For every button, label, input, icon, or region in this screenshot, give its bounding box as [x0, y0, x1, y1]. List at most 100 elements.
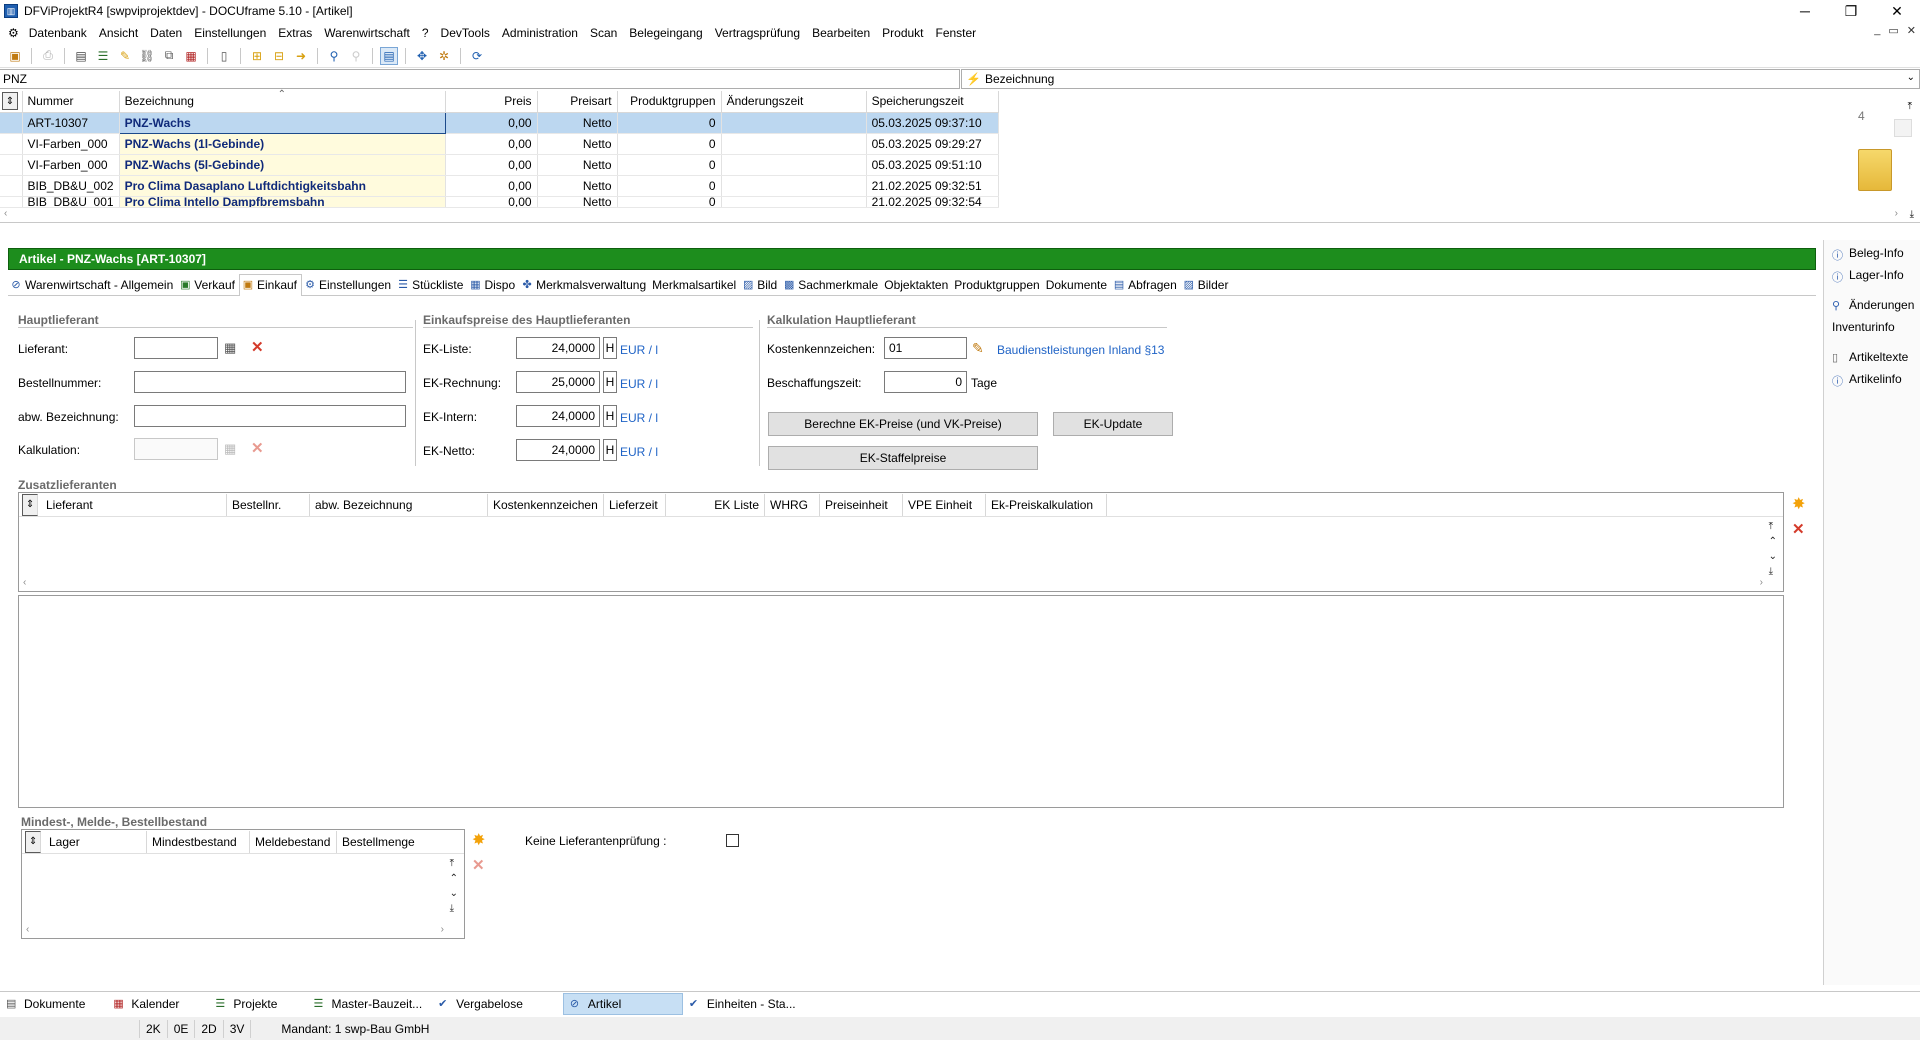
col-lieferant[interactable]: Lieferant	[41, 493, 227, 516]
ek-rechnung-unit[interactable]: EUR / l	[620, 377, 658, 391]
scroll-top-icon[interactable]: ⤒	[1908, 101, 1912, 112]
table-row[interactable]: BIB_DB&U_002 Pro Clima Dasaplano Luftdic…	[0, 175, 999, 197]
search-disabled-icon[interactable]: ⚲	[347, 47, 365, 65]
tab-bilder[interactable]: ▨ Bilder	[1181, 274, 1233, 296]
pencil-icon[interactable]: ✎	[972, 340, 984, 357]
phone-icon[interactable]: ▯	[215, 47, 233, 65]
col-speicherungszeit[interactable]: Speicherungszeit	[866, 91, 999, 113]
scroll-down-icon[interactable]: ⌄	[450, 888, 458, 899]
menu-belegeingang[interactable]: Belegeingang	[623, 26, 708, 40]
ek-staffelpreise-button[interactable]: EK-Staffelpreise	[768, 446, 1038, 470]
col-lager[interactable]: Lager	[44, 830, 147, 853]
folder-open-icon[interactable]: ⊟	[270, 47, 288, 65]
note-icon[interactable]: ✎	[116, 47, 134, 65]
settings-icon[interactable]: ✲	[435, 47, 453, 65]
horizontal-scrollbar[interactable]: ‹ ›	[26, 924, 444, 936]
ek-intern-unit[interactable]: EUR / l	[620, 411, 658, 425]
card-icon[interactable]: ▤	[72, 47, 90, 65]
col-vpe-einheit[interactable]: VPE Einheit	[903, 493, 986, 516]
col-produktgruppen[interactable]: Produktgruppen	[617, 91, 722, 113]
list-icon[interactable]: ☰	[94, 47, 112, 65]
menu-bearbeiten[interactable]: Bearbeiten	[806, 26, 876, 40]
grid-hscrollbar[interactable]: ‹ ›	[4, 208, 1904, 220]
scroll-bottom-icon[interactable]: ⤓	[1769, 566, 1777, 577]
lieferant-clear-icon[interactable]: ✕	[251, 338, 264, 356]
sort-arrows-icon[interactable]: ⇕	[25, 830, 41, 853]
scroll-left-icon[interactable]: ‹	[4, 208, 7, 220]
col-meldebestand[interactable]: Meldebestand	[250, 830, 337, 853]
bestellnummer-field[interactable]	[134, 371, 406, 393]
abw-bezeichnung-field[interactable]	[134, 405, 406, 427]
ek-liste-h-button[interactable]: H	[603, 337, 617, 359]
col-whrg[interactable]: WHRG	[765, 493, 820, 516]
table-row[interactable]: BIB_DB&U_001 Pro Clima Intello Dampfbrem…	[0, 196, 999, 208]
ek-netto-h-button[interactable]: H	[603, 439, 617, 461]
folder-add-icon[interactable]: ⊞	[248, 47, 266, 65]
scroll-left-icon[interactable]: ‹	[26, 924, 29, 936]
search-field-select[interactable]: ⚡ Bezeichnung ⌄	[961, 69, 1920, 89]
col-bestellmenge[interactable]: Bestellmenge	[337, 831, 430, 853]
col-abw-bezeichnung[interactable]: abw. Bezeichnung	[310, 493, 488, 516]
scroll-down-icon[interactable]: ⌄	[1769, 551, 1777, 562]
side-aenderungen[interactable]: ⚲ Änderungen	[1824, 294, 1920, 316]
table-row[interactable]: VI-Farben_000 PNZ-Wachs (1l-Gebinde) 0,0…	[0, 133, 999, 155]
tab-warenwirtschaft-allgemein[interactable]: ⊘ Warenwirtschaft - Allgemein	[8, 274, 177, 296]
col-nummer[interactable]: Nummer	[22, 91, 120, 113]
tab-einstellungen[interactable]: ⚙ Einstellungen	[302, 274, 395, 296]
menu-produkt[interactable]: Produkt	[876, 26, 929, 40]
tab-stueckliste[interactable]: ☰ Stückliste	[395, 274, 467, 296]
add-star-icon[interactable]: ✸	[1792, 494, 1805, 514]
restore-button[interactable]: ❐	[1828, 0, 1874, 22]
ek-intern-field[interactable]: 24,0000	[516, 405, 600, 427]
menu-fenster[interactable]: Fenster	[930, 26, 983, 40]
col-ek-preiskalkulation[interactable]: Ek-Preiskalkulation	[986, 493, 1107, 516]
tab-sachmerkmale[interactable]: ▩ Sachmerkmale	[781, 274, 882, 296]
scroll-top-icon[interactable]: ⤒	[450, 858, 458, 869]
task-artikel[interactable]: ⊘ Artikel	[562, 992, 683, 1015]
menu-einstellungen[interactable]: Einstellungen	[188, 26, 272, 40]
tab-merkmalsverwaltung[interactable]: ✤ Merkmalsverwaltung	[519, 274, 650, 296]
side-artikeltexte[interactable]: ▯ Artikeltexte	[1824, 346, 1920, 368]
link-icon[interactable]: ⛓	[138, 47, 156, 65]
menu-warenwirtschaft[interactable]: Warenwirtschaft	[318, 26, 416, 40]
kalkulation-field[interactable]	[134, 438, 218, 460]
col-aenderungszeit[interactable]: Änderungszeit	[721, 91, 867, 113]
side-beleg-info[interactable]: ⓘ Beleg-Info	[1824, 242, 1920, 264]
lieferant-field[interactable]	[134, 337, 218, 359]
scroll-right-icon[interactable]: ›	[1760, 577, 1763, 589]
tab-einkauf[interactable]: ▣ Einkauf	[238, 273, 303, 296]
scroll-up-icon[interactable]: ⌃	[450, 873, 458, 884]
task-einheiten[interactable]: ✔ Einheiten - Sta...	[683, 993, 806, 1015]
copy-icon[interactable]: ⧉	[160, 47, 178, 65]
ek-liste-field[interactable]: 24,0000	[516, 337, 600, 359]
folder-arrow-icon[interactable]: ➜	[292, 47, 310, 65]
col-bezeichnung[interactable]: Bezeichnung ⌃	[119, 89, 446, 113]
tab-abfragen[interactable]: ▤ Abfragen	[1111, 274, 1181, 296]
tab-dokumente[interactable]: Dokumente	[1044, 274, 1111, 296]
delete-x-icon[interactable]: ✕	[1792, 520, 1805, 538]
beschaffungszeit-field[interactable]: 0	[884, 371, 967, 393]
ek-rechnung-field[interactable]: 25,0000	[516, 371, 600, 393]
ek-netto-field[interactable]: 24,0000	[516, 439, 600, 461]
mdi-restore-button[interactable]: ▭	[1888, 24, 1898, 37]
menu-help[interactable]: ?	[416, 26, 435, 40]
col-ek-liste[interactable]: EK Liste	[666, 493, 765, 516]
sort-arrows-icon[interactable]: ⇕	[22, 493, 38, 516]
scroll-up-icon[interactable]: ⌃	[1769, 536, 1777, 547]
column-chooser[interactable]: ⇕	[0, 91, 23, 113]
mdi-minimize-button[interactable]: _	[1874, 24, 1880, 37]
side-lager-info[interactable]: ⓘ Lager-Info	[1824, 264, 1920, 286]
berechne-ek-preise-button[interactable]: Berechne EK-Preise (und VK-Preise)	[768, 412, 1038, 436]
kalkulation-clear-icon[interactable]: ✕	[251, 439, 264, 457]
keine-lieferantenpruefung-checkbox[interactable]	[726, 834, 739, 847]
view-toggle-icon[interactable]: ▤	[380, 46, 398, 65]
table-row[interactable]: ART-10307 PNZ-Wachs 0,00 Netto 0 05.03.2…	[0, 111, 999, 134]
scroll-right-icon[interactable]: ›	[441, 924, 444, 936]
side-artikelinfo[interactable]: ⓘ Artikelinfo	[1824, 368, 1920, 390]
ek-netto-unit[interactable]: EUR / l	[620, 445, 658, 459]
scroll-bottom-icon[interactable]: ⤓	[1910, 209, 1914, 220]
tab-dispo[interactable]: ▦ Dispo	[467, 274, 519, 296]
minimize-button[interactable]: ─	[1782, 0, 1828, 22]
col-lieferzeit[interactable]: Lieferzeit	[604, 493, 666, 516]
tab-bild[interactable]: ▨ Bild	[740, 274, 781, 296]
